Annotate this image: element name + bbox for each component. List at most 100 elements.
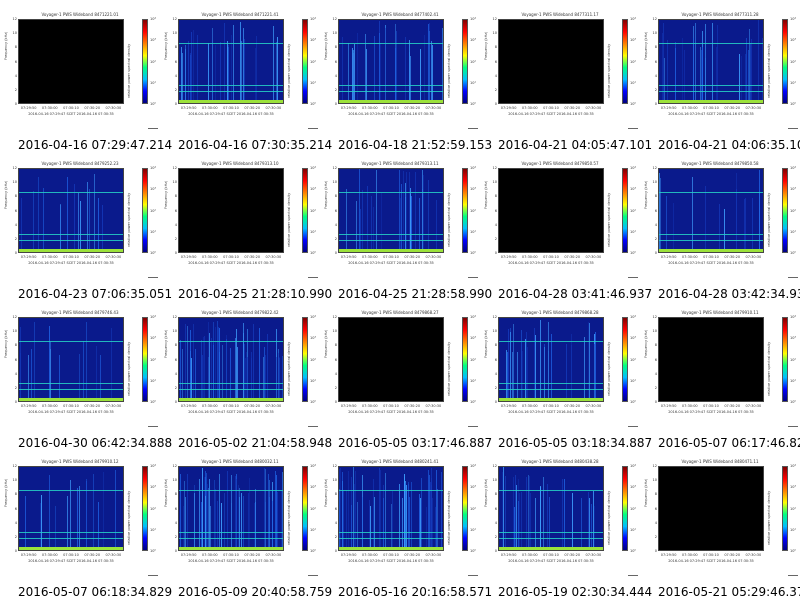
- spectrogram-streak: [666, 195, 668, 252]
- spectrogram-streak: [187, 40, 189, 103]
- y-tick-label: 12: [332, 166, 337, 170]
- colorbar-tick-label: 10⁴: [310, 166, 316, 170]
- emission-line: [179, 531, 283, 533]
- spectrogram-streak: [97, 501, 99, 550]
- colorbar-tick-label: 10²: [630, 208, 636, 213]
- y-tick-label: 0: [494, 549, 497, 553]
- y-tick-label: 12: [652, 17, 657, 21]
- x-tick-label: 07:29:50: [340, 404, 357, 408]
- panel-timestamp: 2016-04-25 21:28:58.990: [338, 287, 493, 301]
- x-tick-label: 07:30:20: [84, 404, 101, 408]
- colorbar-label: relative power spectral density: [127, 341, 131, 396]
- y-tick-label: 2: [174, 87, 177, 92]
- colorbar-tick-label: 10⁴: [630, 315, 636, 319]
- y-tick-label: 0: [14, 251, 17, 255]
- spectrogram-streak: [183, 506, 185, 550]
- x-axis-info: 2016-04-16 07:29:47 SCET 2016-04-16 07:3…: [508, 261, 594, 265]
- empty-plot-area: [498, 168, 604, 253]
- spectrogram-streak: [724, 208, 726, 252]
- y-tick-label: 6: [14, 208, 17, 213]
- y-tick-label: 8: [654, 492, 657, 497]
- spectrogram-streak: [410, 194, 412, 252]
- y-tick-label: 8: [494, 45, 497, 50]
- y-axis-label: Frequency (kHz): [324, 478, 328, 507]
- scale-marker: [628, 277, 638, 278]
- spectrogram-panel: Voyager-1 PWS Wideband 8477402.41 Frequen…: [320, 10, 492, 159]
- x-tick-label: 07:30:10: [703, 404, 719, 408]
- x-tick-label: 07:30:30: [425, 255, 442, 259]
- y-ticks: 12 10 8 6 4 2 0: [490, 464, 498, 553]
- spectrogram-streak: [80, 201, 82, 252]
- y-tick-label: 10: [332, 478, 337, 483]
- x-tick-label: 07:30:00: [41, 106, 58, 110]
- y-tick-label: 8: [14, 194, 17, 199]
- colorbar-tick-label: 10⁰: [150, 549, 156, 553]
- scale-marker: [468, 575, 478, 576]
- colorbar-tick-label: 10⁴: [790, 315, 796, 319]
- x-tick-label: 07:30:00: [361, 404, 378, 408]
- y-tick-label: 4: [334, 371, 337, 376]
- colorbar-tick-label: 10⁰: [630, 102, 636, 106]
- colorbar-tick-label: 10⁰: [310, 549, 316, 553]
- colorbar-label: relative power spectral density: [287, 490, 291, 545]
- colorbar-tick-label: 10³: [790, 38, 796, 43]
- x-axis-info: 2016-04-16 07:29:47 SCET 2016-04-16 07:3…: [188, 410, 274, 414]
- emission-line: [659, 43, 763, 45]
- y-tick-label: 0: [14, 549, 17, 553]
- scale-marker: [468, 426, 478, 427]
- colorbar-tick-label: 10³: [790, 336, 796, 341]
- panel-timestamp: 2016-05-19 02:30:34.444: [498, 585, 653, 599]
- spectrogram-streak: [435, 506, 437, 550]
- spectrogram-streak: [182, 52, 184, 103]
- scale-marker: [788, 426, 798, 427]
- y-tick-label: 0: [334, 251, 337, 255]
- y-tick-label: 2: [654, 236, 657, 241]
- scale-marker: [788, 575, 798, 576]
- y-tick-label: 8: [14, 492, 17, 497]
- colorbar-label: relative power spectral density: [767, 341, 771, 396]
- spectrogram-streak: [239, 497, 241, 550]
- spectrogram-streak: [101, 204, 103, 252]
- spectrogram-streak: [692, 37, 694, 103]
- colorbar: [462, 317, 468, 402]
- x-axis-info: 2016-04-16 07:29:47 SCET 2016-04-16 07:3…: [28, 410, 114, 414]
- y-tick-label: 12: [12, 464, 17, 468]
- spectrogram-streak: [506, 349, 508, 401]
- panel-timestamp: 2016-05-05 03:17:46.887: [338, 436, 493, 450]
- spectrogram-streak: [78, 193, 80, 252]
- x-tick-label: 07:30:00: [521, 553, 538, 557]
- y-axis-label: Frequency (kHz): [644, 31, 648, 60]
- low-frequency-band: [339, 249, 443, 252]
- panel-title: Voyager-1 PWS Wideband 8471221.01: [41, 12, 119, 17]
- x-axis-info: 2016-04-16 07:29:47 SCET 2016-04-16 07:3…: [188, 112, 274, 116]
- y-ticks: 12 10 8 6 4 2 0: [490, 315, 498, 404]
- colorbar-tick-label: 10¹: [790, 378, 796, 383]
- x-axis-info: 2016-04-16 07:29:47 SCET 2016-04-16 07:3…: [348, 112, 434, 116]
- y-tick-label: 0: [494, 400, 497, 404]
- spectrogram-panel: Voyager-1 PWS Wideband 8479868.27 Frequen…: [320, 308, 492, 457]
- spectrogram-streak: [408, 481, 410, 550]
- colorbar-ticks: 10⁴ 10³ 10² 10¹ 10⁰: [309, 166, 319, 255]
- x-axis-info: 2016-04-16 07:29:47 SCET 2016-04-16 07:3…: [668, 261, 754, 265]
- y-tick-label: 12: [172, 17, 177, 21]
- colorbar-ticks: 10⁴ 10³ 10² 10¹ 10⁰: [149, 315, 159, 404]
- spectrogram-streak: [383, 497, 385, 550]
- x-tick-label: 07:30:20: [564, 553, 581, 557]
- y-tick-label: 6: [494, 357, 497, 362]
- colorbar-tick-label: 10²: [310, 59, 316, 64]
- spectrogram-streak: [88, 189, 90, 252]
- colorbar-tick-label: 10²: [790, 59, 796, 64]
- x-tick-label: 07:30:10: [383, 255, 399, 259]
- colorbar-label: relative power spectral density: [287, 192, 291, 247]
- x-tick-label: 07:30:30: [745, 404, 762, 408]
- colorbar-tick-label: 10³: [310, 187, 316, 192]
- colorbar-tick-label: 10³: [310, 336, 316, 341]
- y-axis-label: Frequency (kHz): [4, 180, 8, 209]
- colorbar-tick-label: 10¹: [630, 527, 636, 532]
- spectrogram-streak: [373, 36, 375, 103]
- y-tick-label: 10: [172, 180, 177, 185]
- empty-plot-area: [658, 466, 764, 551]
- y-tick-label: 2: [494, 385, 497, 390]
- x-tick-label: 07:30:10: [543, 255, 559, 259]
- low-frequency-band: [339, 547, 443, 550]
